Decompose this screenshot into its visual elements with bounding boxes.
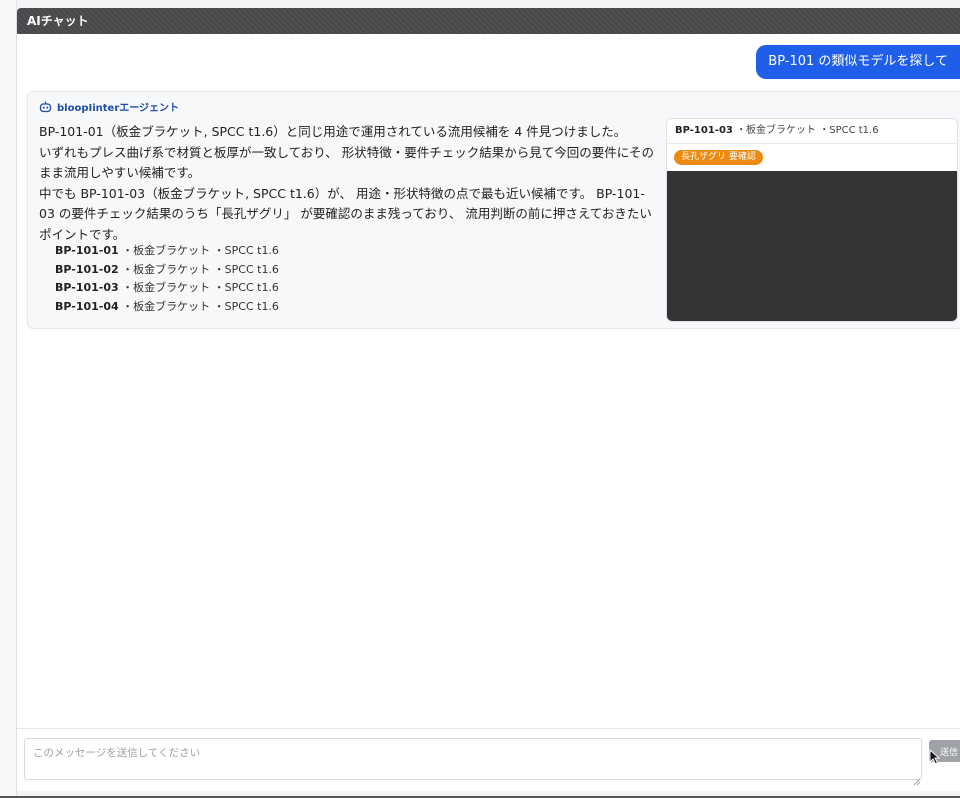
agent-header: bloopIinterエージェント — [39, 99, 179, 114]
preview-badge-row: 長孔ザグリ 要確認 — [667, 144, 957, 171]
preview-detail: ・板金ブラケット ・SPCC t1.6 — [736, 125, 879, 136]
preview-id: BP-101-03 — [675, 125, 733, 136]
user-message-bubble: BP-101 の類似モデルを探して — [756, 45, 960, 79]
agent-message-card: bloopIinterエージェント BP-101-01（板金ブラケット, SPC… — [27, 91, 960, 329]
list-item[interactable]: BP-101-02 ・板金ブラケット ・SPCC t1.6 — [55, 261, 279, 280]
agent-name: bloopIinterエージェント — [57, 103, 180, 114]
agent-paragraph: BP-101-01（板金ブラケット, SPCC t1.6）と同じ用途で運用されて… — [39, 124, 627, 139]
robot-icon — [39, 101, 52, 113]
list-item[interactable]: BP-101-01 ・板金ブラケット ・SPCC t1.6 — [55, 242, 279, 261]
list-item[interactable]: BP-101-03 ・板金ブラケット ・SPCC t1.6 — [55, 279, 279, 298]
candidate-id: BP-101-03 — [55, 281, 119, 294]
candidate-id: BP-101-04 — [55, 299, 119, 313]
list-item[interactable]: BP-101-04 ・板金ブラケット ・SPCC t1.6 — [55, 298, 279, 317]
message-composer: 送信 — [17, 728, 960, 791]
agent-paragraph: いずれもプレス曲げ系で材質と板厚が一致しており、 形状特徴・要件チェック結果から… — [39, 144, 654, 181]
mouse-cursor-icon — [929, 748, 941, 769]
candidate-detail: ・板金ブラケット ・SPCC t1.6 — [122, 244, 279, 257]
model-viewer[interactable] — [667, 171, 957, 321]
chat-window: AIチャット BP-101 の類似モデルを探して bloopIinterエージェ… — [16, 8, 960, 791]
user-message-row: BP-101 の類似モデルを探して — [756, 45, 960, 79]
agent-paragraph: 中でも BP-101-03（板金ブラケット, SPCC t1.6）が、 用途・形… — [39, 185, 652, 242]
left-rail — [0, 0, 17, 798]
model-preview-card[interactable]: BP-101-03 ・板金ブラケット ・SPCC t1.6 長孔ザグリ 要確認 — [666, 118, 958, 322]
preview-header: BP-101-03 ・板金ブラケット ・SPCC t1.6 — [667, 119, 957, 144]
candidate-id: BP-101-02 — [55, 262, 119, 276]
candidate-detail: ・板金ブラケット ・SPCC t1.6 — [122, 281, 279, 294]
candidate-detail: ・板金ブラケット ・SPCC t1.6 — [122, 262, 279, 276]
candidate-detail: ・板金ブラケット ・SPCC t1.6 — [122, 299, 279, 313]
message-input[interactable] — [24, 738, 922, 780]
candidate-id: BP-101-01 — [55, 244, 119, 257]
window-title: AIチャット — [17, 8, 960, 34]
candidate-list: BP-101-01 ・板金ブラケット ・SPCC t1.6 BP-101-02 … — [55, 242, 279, 316]
resize-grip-icon[interactable] — [913, 771, 921, 786]
status-badge: 長孔ザグリ 要確認 — [674, 150, 763, 165]
agent-response-text: BP-101-01（板金ブラケット, SPCC t1.6）と同じ用途で運用されて… — [39, 122, 654, 245]
